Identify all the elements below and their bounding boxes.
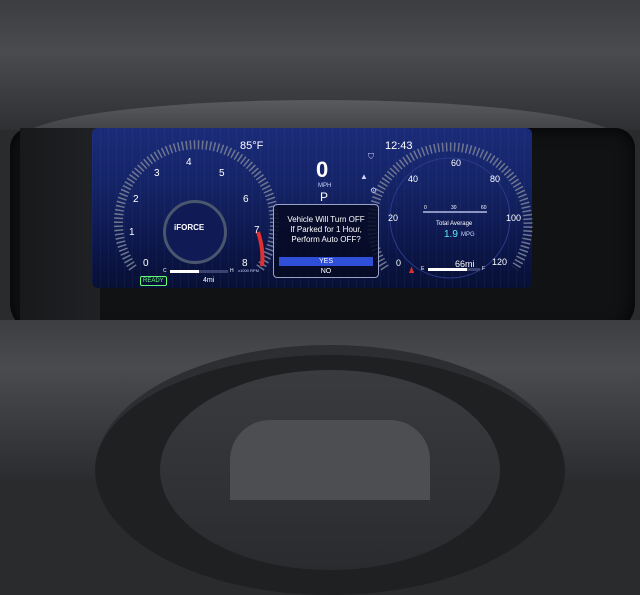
speed-unit: MPH (318, 183, 332, 189)
speed-label-120: 120 (492, 257, 508, 267)
speed-label-60: 60 (451, 158, 462, 168)
traction-off-icon: ⚙ (370, 186, 378, 195)
clock: 12:43 (385, 140, 413, 152)
engine-temp-fill (170, 270, 199, 273)
lane-assist-icon: ⛉ (368, 152, 374, 161)
speed-label-100: 100 (506, 213, 522, 223)
auto-off-dialog: Vehicle Will Turn OFF If Parked for 1 Ho… (273, 204, 379, 278)
engine-temp-hot-label: H (230, 268, 234, 274)
tach-label-2: 2 (133, 194, 139, 205)
fuel-level-bar (428, 268, 480, 271)
tach-label-4: 4 (186, 157, 192, 168)
tach-label-6: 6 (243, 194, 249, 205)
economy-unit: MPG (461, 232, 475, 238)
tach-label-3: 3 (154, 168, 160, 179)
outside-temperature: 85°F (240, 140, 264, 152)
economy-bar (423, 211, 487, 213)
fuel-level-fill (428, 268, 467, 271)
tach-label-1: 1 (129, 227, 135, 238)
gear-indicator: P (320, 190, 329, 204)
tach-label-5: 5 (219, 168, 225, 179)
fuel-empty-label: E (421, 266, 425, 272)
driver-assist-icon: ▲ (360, 172, 368, 181)
seatbelt-warning-icon: ♟ (408, 266, 416, 275)
steering-wheel-hub (230, 420, 430, 500)
engine-temp-cold-label: C (163, 268, 167, 274)
no-button[interactable]: NO (279, 267, 373, 276)
speed-label-20: 20 (388, 213, 399, 223)
speedometer-arc (367, 142, 533, 271)
economy-label: Total Average (436, 221, 473, 227)
trip-distance: 4mi (203, 277, 215, 284)
tach-label-7: 7 (254, 225, 260, 236)
fuel-full-label: F (482, 266, 486, 272)
rpm-unit: x1000 RPM (238, 268, 259, 273)
car-interior: iFORCE 0 1 2 3 4 5 6 7 8 x1000 RPM C H R… (0, 0, 640, 595)
yes-button[interactable]: YES (279, 257, 373, 266)
speed-label-80: 80 (490, 174, 501, 184)
tachometer-redline (256, 231, 265, 267)
speed-label-40: 40 (408, 174, 419, 184)
digital-speed: 0 (316, 157, 329, 182)
iforce-badge-ring (163, 200, 227, 264)
iforce-brand: iFORCE (174, 223, 205, 232)
ready-indicator: READY (140, 276, 167, 286)
engine-temp-bar (170, 270, 228, 273)
tach-label-0: 0 (143, 258, 149, 269)
speed-label-0: 0 (396, 258, 402, 268)
dialog-message: Vehicle Will Turn OFF If Parked for 1 Ho… (287, 215, 365, 244)
economy-value: 1.9 (444, 229, 458, 240)
